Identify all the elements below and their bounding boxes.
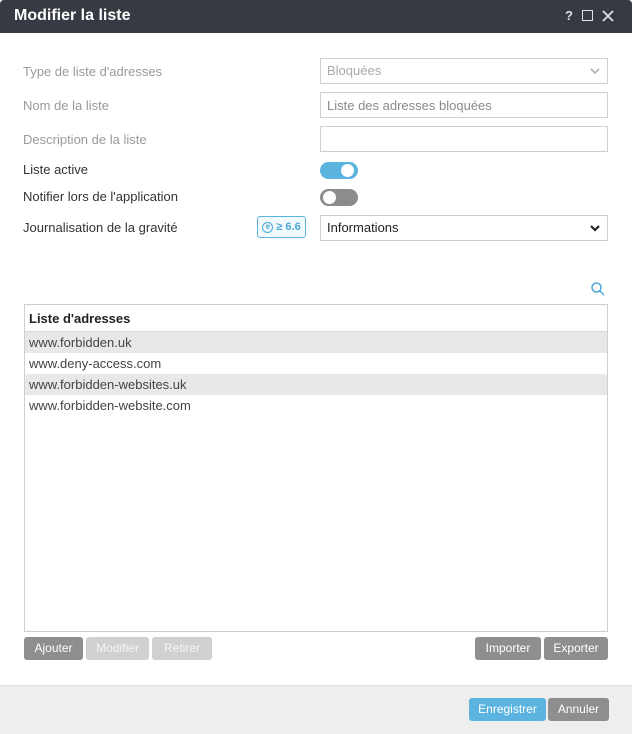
active-toggle[interactable]: [320, 162, 358, 179]
type-select[interactable]: Bloquées: [320, 58, 608, 84]
name-label: Nom de la liste: [23, 98, 109, 113]
severity-value: Informations: [327, 220, 399, 235]
title-bar[interactable]: Modifier la liste ?: [0, 0, 632, 33]
import-button[interactable]: Importer: [475, 637, 541, 660]
toggle-knob: [323, 191, 336, 204]
toggle-knob: [341, 164, 354, 177]
severity-select[interactable]: Informations: [320, 215, 608, 241]
list-header[interactable]: Liste d'adresses: [25, 305, 607, 332]
save-button[interactable]: Enregistrer: [469, 698, 546, 721]
version-badge: e ≥ 6.6: [257, 216, 306, 238]
name-input[interactable]: [320, 92, 608, 118]
e-icon: e: [262, 221, 274, 233]
list-item[interactable]: www.deny-access.com: [25, 353, 607, 374]
chevron-down-icon: [590, 225, 600, 232]
cancel-button[interactable]: Annuler: [548, 698, 609, 721]
notify-toggle[interactable]: [320, 189, 358, 206]
edit-button[interactable]: Modifier: [86, 637, 149, 660]
maximize-icon[interactable]: [582, 10, 593, 21]
list-item[interactable]: www.forbidden-websites.uk: [25, 374, 607, 395]
description-label: Description de la liste: [23, 132, 147, 147]
list-item[interactable]: www.forbidden.uk: [25, 332, 607, 353]
type-value: Bloquées: [327, 63, 382, 78]
dialog-title: Modifier la liste: [14, 7, 131, 24]
search-icon[interactable]: [590, 281, 606, 297]
add-button[interactable]: Ajouter: [24, 637, 83, 660]
type-label: Type de liste d'adresses: [23, 64, 163, 79]
remove-button[interactable]: Retirer: [152, 637, 212, 660]
chevron-down-icon: [590, 68, 600, 75]
help-icon[interactable]: ?: [565, 8, 573, 23]
close-icon[interactable]: [602, 9, 614, 22]
description-input[interactable]: [320, 126, 608, 152]
list-item[interactable]: www.forbidden-website.com: [25, 395, 607, 416]
dialog-footer: Enregistrer Annuler: [0, 685, 632, 734]
notify-label: Notifier lors de l'application: [23, 189, 178, 204]
address-list[interactable]: Liste d'adresses www.forbidden.uk www.de…: [24, 304, 608, 632]
version-text: ≥ 6.6: [276, 221, 301, 233]
severity-label: Journalisation de la gravité: [23, 220, 178, 235]
active-label: Liste active: [23, 162, 89, 177]
export-button[interactable]: Exporter: [544, 637, 608, 660]
